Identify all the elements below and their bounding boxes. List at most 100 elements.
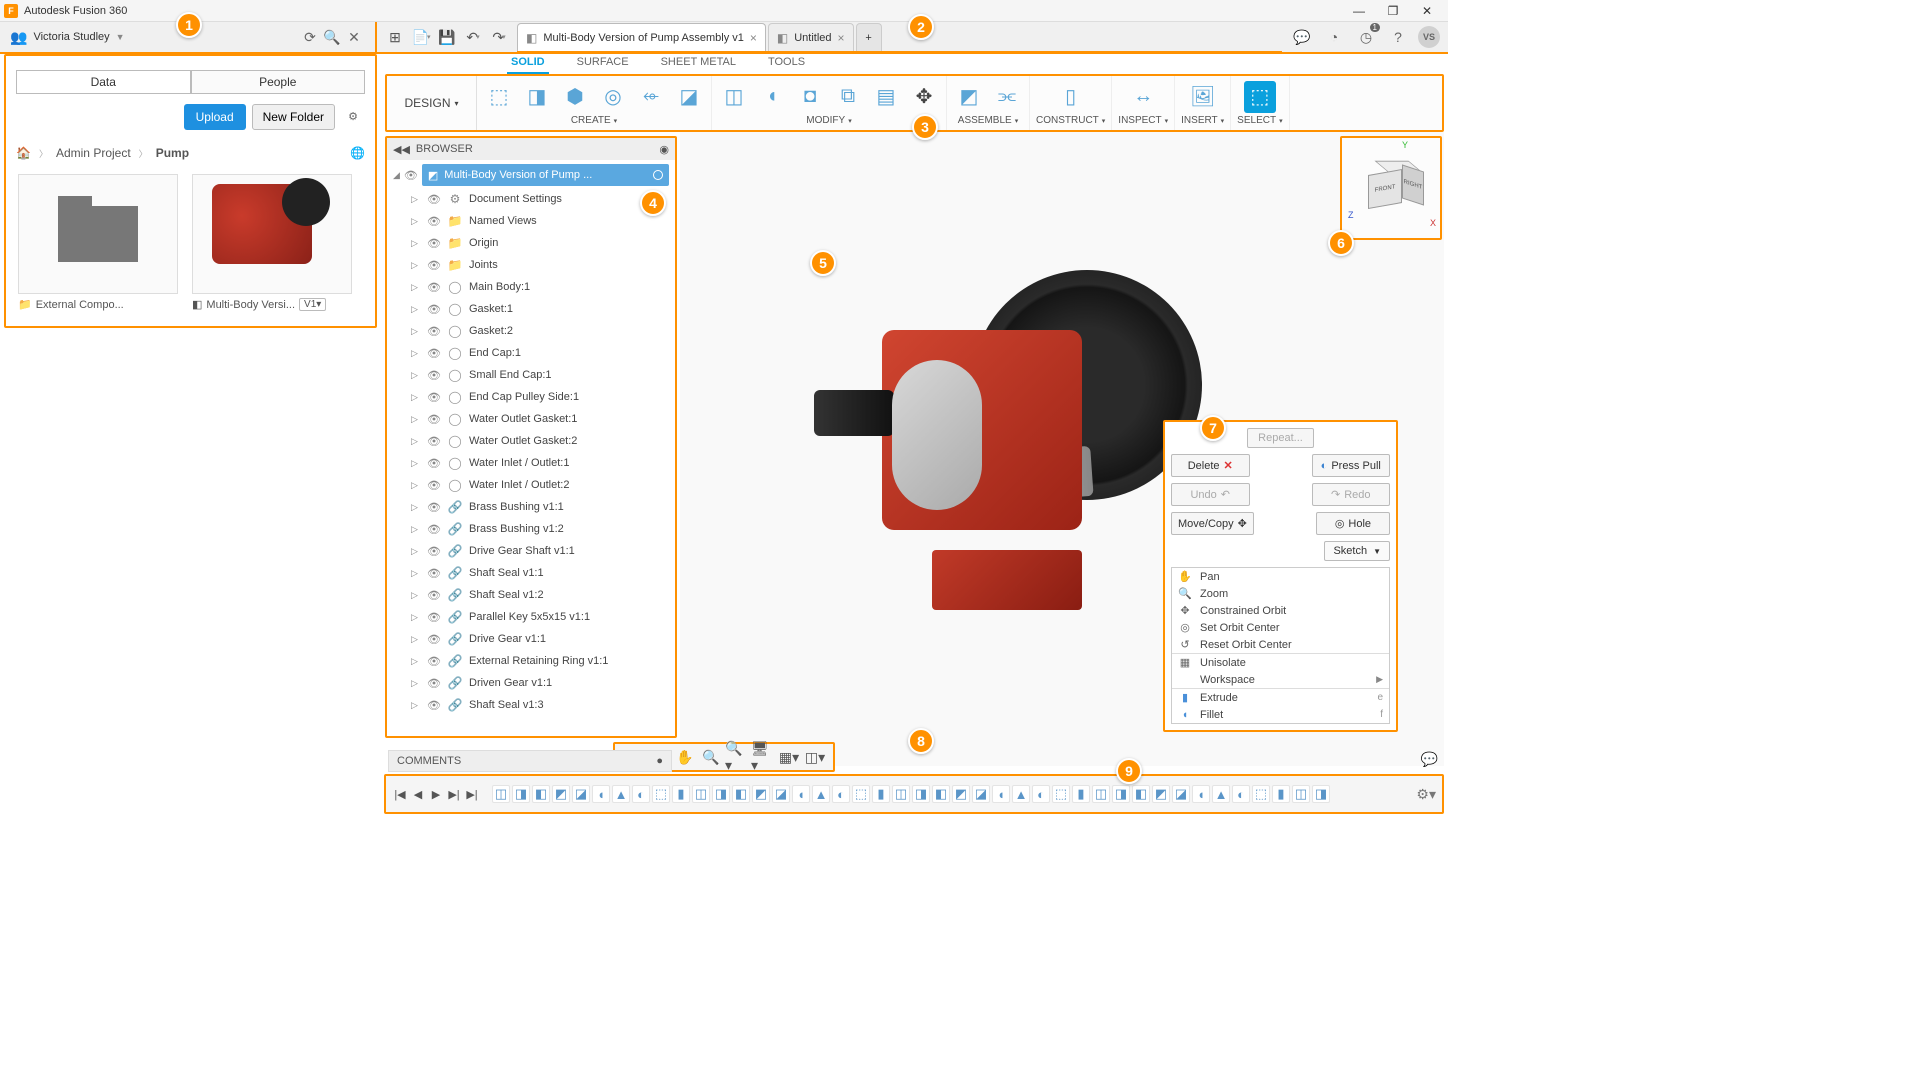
eye-icon[interactable]: 👁 xyxy=(427,479,441,492)
create-form-icon[interactable]: ◨ xyxy=(521,81,553,113)
combine-icon[interactable]: ⧉ xyxy=(832,81,864,113)
share-icon[interactable]: 🌐 xyxy=(350,146,365,160)
ctx-reset-orbit[interactable]: ↺Reset Orbit Center xyxy=(1172,636,1389,653)
select-icon[interactable]: ⬚ xyxy=(1244,81,1276,113)
timeline-feature[interactable]: ⬚ xyxy=(652,785,670,803)
expand-icon[interactable]: ▷ xyxy=(411,304,421,315)
expand-icon[interactable]: ▷ xyxy=(411,502,421,513)
timeline-play-button[interactable]: ▶ xyxy=(428,786,444,802)
presspull-icon[interactable]: ◫ xyxy=(718,81,750,113)
timeline-feature[interactable]: ◩ xyxy=(952,785,970,803)
ribbon-tab-solid[interactable]: SOLID xyxy=(507,54,549,74)
timeline-feature[interactable]: ◐ xyxy=(1232,785,1250,803)
refresh-button[interactable]: ⟳ xyxy=(299,26,321,48)
tab-close-icon[interactable]: × xyxy=(838,31,845,45)
expand-icon[interactable]: ▷ xyxy=(411,590,421,601)
new-component-icon[interactable]: ◩ xyxy=(953,81,985,113)
ctx-zoom[interactable]: 🔍Zoom xyxy=(1172,585,1389,602)
ribbon-tab-sheetmetal[interactable]: SHEET METAL xyxy=(657,54,740,74)
expand-icon[interactable]: ▷ xyxy=(411,436,421,447)
eye-icon[interactable]: 👁 xyxy=(427,303,441,316)
eye-icon[interactable]: 👁 xyxy=(427,611,441,624)
job-status-button[interactable]: ◷1 xyxy=(1354,25,1378,49)
timeline-feature[interactable]: ◫ xyxy=(692,785,710,803)
extrude-icon[interactable]: ⬢ xyxy=(559,81,591,113)
data-tab[interactable]: Data xyxy=(16,70,191,94)
tree-row[interactable]: ▷👁📁Joints xyxy=(393,254,669,276)
timeline-feature[interactable]: ◩ xyxy=(752,785,770,803)
expand-icon[interactable]: ▷ xyxy=(411,568,421,579)
timeline-feature[interactable]: ◫ xyxy=(492,785,510,803)
timeline-feature[interactable]: ⬚ xyxy=(852,785,870,803)
eye-icon[interactable]: 👁 xyxy=(427,655,441,668)
joint-icon[interactable]: ⫘ xyxy=(991,81,1023,113)
save-button[interactable]: 💾 xyxy=(435,25,459,49)
timeline-feature[interactable]: ◨ xyxy=(912,785,930,803)
timeline-start-button[interactable]: |◀ xyxy=(392,786,408,802)
timeline-feature[interactable]: ◖ xyxy=(1192,785,1210,803)
timeline-feature[interactable]: ⬚ xyxy=(1252,785,1270,803)
tree-row[interactable]: ▷👁🔗External Retaining Ring v1:1 xyxy=(393,650,669,672)
ctx-fillet[interactable]: ◖Filletf xyxy=(1172,706,1389,723)
tree-row[interactable]: ▷👁🔗Drive Gear Shaft v1:1 xyxy=(393,540,669,562)
fillet-icon[interactable]: ◖ xyxy=(756,81,788,113)
expand-icon[interactable]: ▷ xyxy=(411,348,421,359)
tree-row[interactable]: ▷👁🔗Parallel Key 5x5x15 v1:1 xyxy=(393,606,669,628)
eye-icon[interactable]: 👁 xyxy=(427,413,441,426)
inspect-icon[interactable]: ↔ xyxy=(1127,81,1159,113)
expand-icon[interactable]: ▷ xyxy=(411,414,421,425)
search-button[interactable]: 🔍 xyxy=(321,26,343,48)
timeline-feature[interactable]: ◪ xyxy=(772,785,790,803)
timeline-feature[interactable]: ◫ xyxy=(1092,785,1110,803)
user-dropdown[interactable]: 👥 Victoria Studley ▼ xyxy=(10,29,125,46)
timeline-feature[interactable]: ◨ xyxy=(512,785,530,803)
construct-icon[interactable]: ▯ xyxy=(1055,81,1087,113)
eye-icon[interactable]: 👁 xyxy=(427,699,441,712)
timeline-feature[interactable]: ◨ xyxy=(1112,785,1130,803)
tree-row[interactable]: ▷👁📁Origin xyxy=(393,232,669,254)
tree-row[interactable]: ▷👁🔗Brass Bushing v1:1 xyxy=(393,496,669,518)
comments-button[interactable]: 💬 xyxy=(1290,25,1314,49)
eye-icon[interactable]: 👁 xyxy=(427,281,441,294)
timeline-feature[interactable]: ◧ xyxy=(732,785,750,803)
insert-icon[interactable]: 🖼 xyxy=(1187,81,1219,113)
eye-icon[interactable]: 👁 xyxy=(427,545,441,558)
ctx-unisolate[interactable]: ▦Unisolate xyxy=(1172,654,1389,671)
viewport-button[interactable]: ◫▾ xyxy=(803,745,827,769)
expand-icon[interactable]: ▷ xyxy=(411,634,421,645)
eye-icon[interactable]: 👁 xyxy=(427,523,441,536)
folder-item[interactable]: 📁External Compo... xyxy=(18,174,178,311)
eye-icon[interactable]: 👁 xyxy=(427,589,441,602)
timeline-feature[interactable]: ▲ xyxy=(1012,785,1030,803)
expand-icon[interactable]: ▷ xyxy=(411,524,421,535)
activate-radio[interactable] xyxy=(653,170,663,180)
tree-row[interactable]: ▷👁🔗Shaft Seal v1:2 xyxy=(393,584,669,606)
eye-icon[interactable]: 👁 xyxy=(427,259,441,272)
timeline-feature[interactable]: ◩ xyxy=(1152,785,1170,803)
expand-icon[interactable]: ▷ xyxy=(411,458,421,469)
collapse-dot-icon[interactable]: ● xyxy=(656,755,663,767)
timeline-feature[interactable]: ◪ xyxy=(972,785,990,803)
timeline-feature[interactable]: ▲ xyxy=(1212,785,1230,803)
timeline-feature[interactable]: ◪ xyxy=(1172,785,1190,803)
tree-row[interactable]: ▷👁🔗Driven Gear v1:1 xyxy=(393,672,669,694)
timeline-end-button[interactable]: ▶| xyxy=(464,786,480,802)
expand-icon[interactable]: ▷ xyxy=(411,392,421,403)
document-tab-active[interactable]: ◧ Multi-Body Version of Pump Assembly v1… xyxy=(517,23,766,51)
tree-row[interactable]: ▷👁🔗Shaft Seal v1:3 xyxy=(393,694,669,716)
timeline-feature[interactable]: ⬚ xyxy=(1052,785,1070,803)
timeline-feature[interactable]: ◩ xyxy=(552,785,570,803)
timeline-feature[interactable]: ▮ xyxy=(872,785,890,803)
ctx-workspace[interactable]: Workspace▶ xyxy=(1172,671,1389,688)
expand-icon[interactable]: ▷ xyxy=(411,656,421,667)
ribbon-tab-tools[interactable]: TOOLS xyxy=(764,54,809,74)
sketch-icon[interactable]: ⬚ xyxy=(483,81,515,113)
timeline-feature[interactable]: ◐ xyxy=(832,785,850,803)
eye-icon[interactable]: 👁 xyxy=(427,633,441,646)
tree-row[interactable]: ▷👁⚙Document Settings xyxy=(393,188,669,210)
timeline-feature[interactable]: ◖ xyxy=(792,785,810,803)
timeline-feature[interactable]: ◐ xyxy=(632,785,650,803)
settings-button[interactable]: ⚙ xyxy=(341,104,365,128)
display-button[interactable]: 🖥▾ xyxy=(751,745,775,769)
timeline-feature[interactable]: ▮ xyxy=(1272,785,1290,803)
